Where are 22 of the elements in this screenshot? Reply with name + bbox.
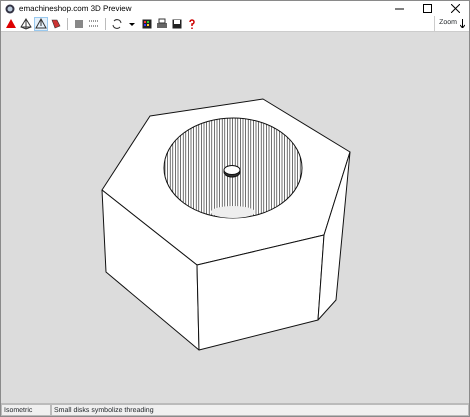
paint-button[interactable] <box>49 16 63 30</box>
floppy-disk-button[interactable] <box>170 16 184 30</box>
wireframe-shape-button[interactable] <box>19 16 33 30</box>
rotate-button[interactable] <box>110 16 124 30</box>
printer-button[interactable] <box>155 16 169 30</box>
maximize-icon <box>422 4 432 13</box>
printer-icon <box>156 18 168 30</box>
window-title: emachineshop.com 3D Preview <box>19 2 132 14</box>
close-icon <box>450 4 460 13</box>
paint-icon <box>50 18 62 30</box>
outline-shape-icon <box>35 18 47 30</box>
rotate-icon <box>111 18 123 30</box>
arrow-down-icon[interactable] <box>460 19 465 28</box>
square-icon <box>73 18 85 30</box>
outline-shape-button[interactable] <box>34 16 48 30</box>
app-icon <box>5 4 15 14</box>
solid-shape-button[interactable] <box>4 16 18 30</box>
color-palette-icon <box>141 18 153 30</box>
wireframe-shape-icon <box>20 18 32 30</box>
solid-shape-icon <box>5 18 17 30</box>
number-grid-icon <box>88 18 100 30</box>
color-palette-button[interactable] <box>140 16 154 30</box>
